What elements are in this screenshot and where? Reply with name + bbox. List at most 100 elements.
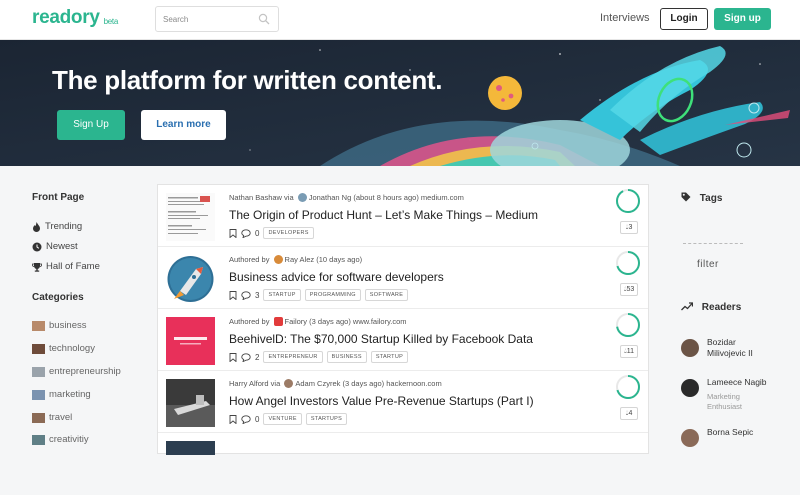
meta-suffix: (3 days ago) hackernoon.com <box>342 379 442 388</box>
score-ring <box>616 375 640 399</box>
author-avatar[interactable] <box>297 193 307 202</box>
author-avatar[interactable] <box>273 255 283 264</box>
tag-startups[interactable]: STARTUPS <box>305 413 348 425</box>
tag-icon <box>681 192 691 205</box>
avatar[interactable] <box>681 379 699 397</box>
reader-name[interactable]: Borna Sepic <box>707 427 753 438</box>
search-icon[interactable] <box>258 13 270 25</box>
article-thumbnail[interactable] <box>166 255 215 303</box>
article-title[interactable]: BeehivelD: The $70,000 Startup Killed by… <box>229 332 533 346</box>
article-row[interactable]: Harry Alford via Adam Czyrek (3 days ago… <box>158 371 648 433</box>
tag-entrepreneur[interactable]: ENTREPRENEUR <box>263 351 323 363</box>
category-creativitiy[interactable]: creativitiy <box>32 434 89 445</box>
score-ring <box>616 313 640 337</box>
author-name[interactable]: Adam Czyrek <box>295 379 340 388</box>
avatar[interactable] <box>681 339 699 357</box>
trophy-icon <box>32 262 42 272</box>
front-page-heading: Front Page <box>32 192 85 203</box>
article-title[interactable]: Business advice for software developers <box>229 270 444 284</box>
sidebar-item-newest[interactable]: Newest <box>32 241 78 252</box>
readers-heading: Readers <box>681 302 741 314</box>
search-input[interactable] <box>163 11 253 27</box>
article-footer: 0 DEVELOPERS <box>229 227 314 239</box>
tag-business[interactable]: BUSINESS <box>326 351 367 363</box>
comment-icon[interactable] <box>241 228 251 238</box>
comment-icon[interactable] <box>241 290 251 300</box>
bookmark-icon[interactable] <box>229 414 237 424</box>
top-bar: readorybeta Interviews Login Sign up <box>0 0 800 40</box>
tag-programming[interactable]: PROGRAMMING <box>304 289 361 301</box>
article-footer: 2 ENTREPRENEUR BUSINESS STARTUP <box>229 351 409 363</box>
category-label: creativitiy <box>49 434 89 445</box>
article-feed: Nathan Bashaw via Jonathan Ng (about 8 h… <box>157 184 649 455</box>
login-button[interactable]: Login <box>660 8 708 30</box>
search-box[interactable] <box>155 6 279 32</box>
meta-prefix: Authored by <box>229 317 270 326</box>
article-title[interactable]: The Origin of Product Hunt – Let’s Make … <box>229 208 538 222</box>
article-thumbnail[interactable] <box>166 317 215 365</box>
author-avatar[interactable] <box>273 317 283 326</box>
tag-software[interactable]: SOFTWARE <box>364 289 409 301</box>
article-row[interactable]: Nathan Bashaw via Jonathan Ng (about 8 h… <box>158 185 648 247</box>
interviews-link[interactable]: Interviews <box>600 12 650 24</box>
divider <box>683 243 743 244</box>
score-value: 3 <box>628 224 633 231</box>
signup-button[interactable]: Sign up <box>714 8 771 30</box>
hero-signup-button[interactable]: Sign Up <box>57 110 125 140</box>
category-business[interactable]: business <box>32 320 87 331</box>
category-thumbnail <box>32 366 45 377</box>
tag-startup[interactable]: STARTUP <box>263 289 301 301</box>
score-value: 53 <box>626 286 635 293</box>
author-avatar[interactable] <box>284 379 294 388</box>
category-entrepreneurship[interactable]: entrepreneurship <box>32 366 121 377</box>
category-technology[interactable]: technology <box>32 343 95 354</box>
tags-title: Tags <box>699 193 723 204</box>
bookmark-icon[interactable] <box>229 290 237 300</box>
comment-icon[interactable] <box>241 352 251 362</box>
sidebar-item-hall-of-fame[interactable]: Hall of Fame <box>32 261 100 272</box>
score-badge[interactable]: 💧︎53 <box>620 283 638 296</box>
reader-name-line1: Bozidar <box>707 337 736 347</box>
meta-prefix: Authored by <box>229 255 270 264</box>
bookmark-icon[interactable] <box>229 352 237 362</box>
category-thumbnail <box>32 389 45 400</box>
article-row[interactable] <box>158 433 648 495</box>
article-thumbnail[interactable] <box>166 193 215 241</box>
comment-count: 3 <box>255 290 260 300</box>
sidebar-item-trending[interactable]: Trending <box>32 221 82 232</box>
article-thumbnail[interactable] <box>166 441 215 455</box>
score-badge[interactable]: 💧︎11 <box>620 345 638 358</box>
score-badge[interactable]: 💧︎4 <box>620 407 638 420</box>
article-row[interactable]: Authored by Ray Alez (10 days ago) Busin… <box>158 247 648 309</box>
logo[interactable]: readory beta <box>32 7 118 29</box>
learn-more-button[interactable]: Learn more <box>141 110 226 140</box>
author-name[interactable]: Failory <box>285 317 308 326</box>
sidebar-item-label: Newest <box>46 241 78 252</box>
tag-venture[interactable]: VENTURE <box>263 413 302 425</box>
article-meta: Nathan Bashaw via Jonathan Ng (about 8 h… <box>229 193 464 202</box>
reader-name[interactable]: Bozidar Milivojevic II <box>707 337 753 359</box>
tag-filter[interactable]: filter <box>697 259 719 270</box>
reader-subtitle-line1: Marketing <box>707 392 740 401</box>
author-name[interactable]: Ray Alez <box>285 255 315 264</box>
article-thumbnail[interactable] <box>166 379 215 427</box>
meta-suffix: (3 days ago) www.failory.com <box>309 317 407 326</box>
hero-title: The platform for written content. <box>52 65 443 95</box>
score-badge[interactable]: 💧︎3 <box>620 221 638 234</box>
meta-prefix: Harry Alford via <box>229 379 281 388</box>
category-marketing[interactable]: marketing <box>32 389 91 400</box>
comment-icon[interactable] <box>241 414 251 424</box>
reader-name[interactable]: Lameece Nagib <box>707 377 767 388</box>
article-row[interactable]: Authored by Failory (3 days ago) www.fai… <box>158 309 648 371</box>
tag-developers[interactable]: DEVELOPERS <box>263 227 314 239</box>
score-ring-fill <box>616 189 640 213</box>
avatar[interactable] <box>681 429 699 447</box>
category-travel[interactable]: travel <box>32 412 72 423</box>
hero-illustration <box>0 40 800 166</box>
article-title[interactable]: How Angel Investors Value Pre-Revenue St… <box>229 394 534 408</box>
bookmark-icon[interactable] <box>229 228 237 238</box>
tag-startup[interactable]: STARTUP <box>370 351 409 363</box>
category-label: travel <box>49 412 73 423</box>
category-label: technology <box>49 343 95 354</box>
author-name[interactable]: Jonathan Ng <box>309 193 352 202</box>
